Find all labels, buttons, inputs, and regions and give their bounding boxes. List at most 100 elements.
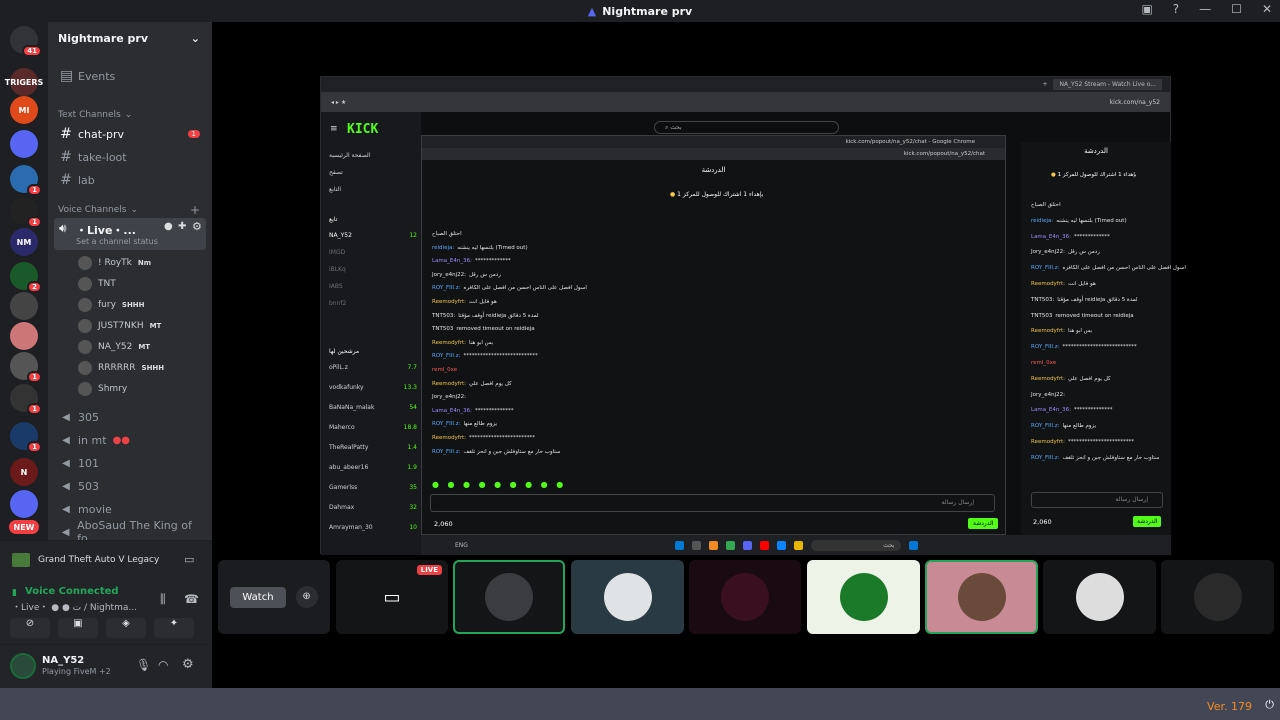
following-channel[interactable]: iBLKq — [329, 266, 417, 273]
server-icon-g5[interactable]: 1 — [10, 197, 42, 228]
voice-user[interactable]: RRRRRR SHHH — [78, 360, 164, 376]
screen-share-icon[interactable]: ▭ — [184, 553, 194, 566]
chat-username[interactable]: Jory_e4nj22: — [432, 394, 466, 400]
recommended-channel[interactable]: TheRealPatty 1.4 — [329, 444, 417, 451]
live-channel[interactable]: 🔊︎ ・Live・... Set a channel status ● ✚ ⚙ — [54, 218, 206, 250]
chat-username[interactable]: ROY_FIII.z: — [1031, 455, 1059, 461]
channel-lab[interactable]: # lab — [56, 170, 206, 190]
browser-url[interactable]: kick.com/na_y52 — [1110, 99, 1160, 106]
participant-tile[interactable] — [571, 560, 684, 634]
participant-tile[interactable] — [925, 560, 1038, 634]
voice-channel[interactable]: ◀ 503 — [56, 476, 206, 496]
voice-user[interactable]: TNTLIVE — [78, 276, 250, 292]
username[interactable]: NA_Y52 — [42, 655, 84, 666]
chat-username[interactable]: Lama_E4n_36: — [1031, 407, 1071, 413]
server-icon-g7[interactable]: 2 — [10, 262, 42, 293]
emote-bar[interactable]: ● ● ● ● ● ● ● ● ● — [432, 480, 566, 489]
chat-username[interactable]: Lama_E4n_36: — [432, 258, 472, 264]
kick-nav-item[interactable]: تصفح — [329, 169, 417, 176]
stream-screenshare[interactable]: + NA_Y52 Stream - Watch Live o... ◂ ▸ ★ … — [320, 76, 1186, 555]
expand-icon[interactable]: ⊕ — [295, 586, 318, 608]
chat-username[interactable]: Reemodyfrt: — [1031, 328, 1065, 334]
chrome-icon[interactable] — [725, 540, 735, 550]
recommended-channel[interactable]: Amrayman_30 10 — [329, 524, 417, 531]
discord-taskbar-icon[interactable] — [742, 540, 752, 550]
participant-tile[interactable] — [689, 560, 801, 634]
server-icon-g8[interactable] — [10, 292, 38, 320]
voice-user[interactable]: fury SHHH — [78, 297, 145, 313]
gear-icon[interactable]: ⚙ — [192, 220, 202, 233]
server-header[interactable]: Nightmare prv ⌄ — [48, 22, 212, 54]
activity-button[interactable]: ◈ — [106, 618, 146, 638]
watch-button[interactable]: Watch — [230, 586, 286, 608]
headphones-icon[interactable]: ◠ — [158, 658, 168, 672]
right-chat-input[interactable]: إرسال رسالة — [1031, 492, 1163, 508]
participant-tile[interactable]: LIVE ▭ — [336, 560, 448, 634]
avatar[interactable] — [10, 653, 36, 679]
chat-username[interactable]: ROY_FIII.z: — [1031, 344, 1059, 350]
following-channel[interactable]: bnnf2 — [329, 300, 417, 307]
voice-user[interactable]: Shmry — [78, 381, 127, 397]
server-icon-g2[interactable]: MI — [10, 96, 38, 124]
channel-take-loot[interactable]: # take-loot — [56, 147, 206, 167]
help-icon[interactable]: ? — [1173, 2, 1179, 16]
chat-username[interactable]: reml_0xe — [432, 367, 457, 373]
chat-username[interactable]: ROY_FIII.z: — [432, 285, 460, 291]
folder-icon[interactable] — [793, 540, 803, 550]
chat-username[interactable]: TNT503 — [1031, 313, 1052, 319]
category-voice-channels[interactable]: Voice Channels ⌄ + — [58, 203, 200, 217]
noise-icon[interactable]: ⫼ — [160, 592, 166, 607]
add-user-icon[interactable]: ✚ — [178, 221, 186, 232]
server-icon-home[interactable]: 41 — [10, 26, 42, 57]
server-icon-new[interactable]: NEW — [9, 520, 39, 534]
close-icon[interactable]: ✕ — [1262, 2, 1272, 16]
chat-username[interactable]: Reemodyfrt: — [1031, 376, 1065, 382]
power-icon[interactable]: ⏻ — [1265, 698, 1274, 712]
chat-username[interactable]: Reemodyfrt: — [432, 435, 466, 441]
voice-channel[interactable]: ・Live・ ● ● ت / Nightma... — [12, 600, 137, 613]
kick-nav-item[interactable]: الصفحة الرئيسية — [329, 152, 417, 159]
recommended-channel[interactable]: BaNaNa_malak 54 — [329, 404, 417, 411]
following-channel[interactable]: IMGD — [329, 249, 417, 256]
chat-username[interactable]: TNT503 — [432, 326, 453, 332]
edge-icon[interactable] — [776, 540, 786, 550]
disconnect-icon[interactable]: ☎ — [184, 592, 199, 606]
soundboard-button[interactable]: ✦ — [154, 618, 194, 638]
recommended-channel[interactable]: Dahmax 32 — [329, 504, 417, 511]
server-icon-g3[interactable] — [10, 130, 38, 158]
chat-username[interactable]: Lama_E4n_36: — [1031, 234, 1071, 240]
following-channel[interactable]: IABS — [329, 283, 417, 290]
browser-tab[interactable]: NA_Y52 Stream - Watch Live o... — [1053, 79, 1162, 90]
participant-tile[interactable] — [807, 560, 920, 634]
right-send-button[interactable]: الدردشة — [1133, 516, 1162, 527]
new-tab-icon[interactable]: + — [1042, 81, 1047, 88]
server-icon-g6[interactable]: NM — [10, 228, 38, 256]
share-screen-button[interactable]: ▣ — [58, 618, 98, 638]
kick-nav-item[interactable]: التابع — [329, 186, 417, 193]
kick-logo[interactable]: KICK — [347, 122, 378, 137]
following-channel[interactable]: NA_Y52 12 — [329, 232, 417, 239]
recommended-channel[interactable]: vodkafunky 13.3 — [329, 384, 417, 391]
events-item[interactable]: ▤ Events — [56, 66, 206, 86]
server-icon-g9[interactable] — [10, 322, 38, 350]
chat-username[interactable]: TNT503: — [1031, 297, 1054, 303]
chat-username[interactable]: Reemodyfrt: — [432, 381, 466, 387]
maximize-icon[interactable]: ☐ — [1231, 2, 1242, 16]
activity-panel[interactable]: Grand Theft Auto V Legacy ▭ — [0, 540, 212, 580]
recommended-channel[interactable]: abu_abeer16 1.9 — [329, 464, 417, 471]
taskview-icon[interactable] — [691, 540, 701, 550]
youtube-icon[interactable] — [759, 540, 769, 550]
server-icon-g1[interactable]: TRIGERS — [5, 68, 43, 96]
user-settings-icon[interactable]: ⚙ — [182, 657, 194, 672]
taskbar-search[interactable]: بحث — [810, 539, 901, 551]
start-icon[interactable] — [674, 540, 684, 550]
inbox-icon[interactable]: ▣ — [1141, 2, 1152, 16]
app-icon[interactable] — [708, 540, 718, 550]
chat-username[interactable]: Reemodyfrt: — [1031, 439, 1065, 445]
category-text-channels[interactable]: Text Channels ⌄ — [58, 110, 132, 120]
channel-chat-prv[interactable]: # chat-prv 1 — [56, 124, 206, 144]
server-icon-g10[interactable]: 1 — [10, 352, 42, 383]
voice-channel[interactable]: ◀ in mt ●● — [56, 430, 206, 450]
chat-username[interactable]: reidieja: — [1031, 218, 1053, 224]
chat-username[interactable]: Jory_e4nj22: — [1031, 249, 1065, 255]
